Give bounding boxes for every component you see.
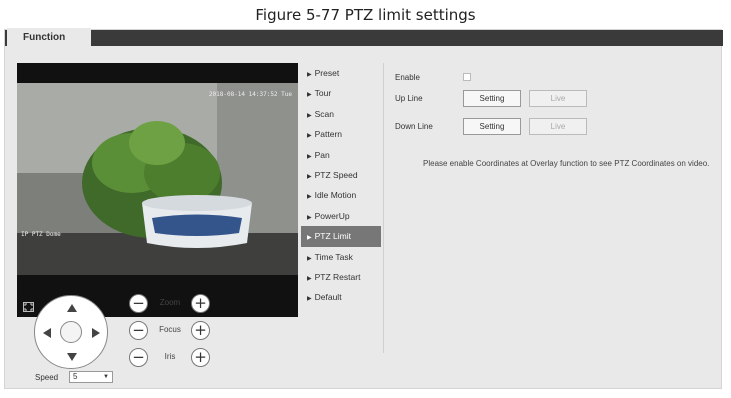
speed-label: Speed — [35, 373, 59, 382]
menu-item-idle-motion[interactable]: ▶ Idle Motion — [301, 185, 381, 205]
fullscreen-icon[interactable] — [23, 302, 34, 312]
bullet-triangle-icon: ▶ — [307, 112, 312, 119]
zoom-out-button[interactable]: − — [129, 294, 148, 313]
menu-item-ptz-restart[interactable]: ▶ PTZ Restart — [301, 267, 381, 287]
zoom-in-button[interactable]: + — [191, 294, 210, 313]
focus-label: Focus — [159, 325, 181, 334]
menu-item-powerup[interactable]: ▶ PowerUp — [301, 206, 381, 226]
bullet-triangle-icon: ▶ — [307, 255, 312, 262]
menu-item-tour[interactable]: ▶ Tour — [301, 83, 381, 103]
speed-select[interactable]: 5 ▼ — [69, 371, 113, 383]
down-line-setting-button[interactable]: Setting — [463, 118, 521, 135]
focus-far-button[interactable]: + — [191, 321, 210, 340]
pan-down-icon[interactable] — [67, 353, 77, 361]
menu-item-pattern[interactable]: ▶ Pattern — [301, 124, 381, 144]
function-menu: ▶ Preset ▶ Tour ▶ Scan ▶ Pattern ▶ Pan ▶ PTZ S… — [301, 63, 381, 308]
iris-label: Iris — [164, 352, 176, 361]
menu-divider — [383, 63, 384, 353]
video-frame-image — [17, 83, 298, 275]
pan-right-icon[interactable] — [92, 328, 100, 338]
bullet-triangle-icon: ▶ — [307, 72, 312, 78]
bullet-triangle-icon: ▶ — [307, 173, 312, 180]
zoom-label: Zoom — [159, 298, 181, 307]
bullet-triangle-icon: ▶ — [307, 133, 312, 140]
osd-timestamp: 2018-08-14 14:37:52 Tue — [208, 91, 292, 98]
pan-up-icon[interactable] — [67, 304, 77, 312]
enable-checkbox[interactable] — [463, 73, 471, 81]
ptz-panel: Function 2018-08-14 14:37:52 Tue IP PTZ … — [4, 28, 723, 389]
down-line-live-button[interactable]: Live — [529, 118, 587, 135]
menu-item-default[interactable]: ▶ Default — [301, 287, 381, 307]
top-bar — [5, 30, 723, 46]
iris-close-button[interactable]: − — [129, 348, 148, 367]
menu-item-ptz-speed[interactable]: ▶ PTZ Speed — [301, 165, 381, 185]
ptz-direction-pad — [34, 295, 108, 369]
bullet-triangle-icon: ▶ — [307, 194, 312, 201]
up-line-live-button[interactable]: Live — [529, 90, 587, 107]
enable-label: Enable — [395, 73, 420, 82]
coordinates-hint: Please enable Coordinates at Overlay fun… — [423, 159, 710, 168]
pan-left-icon[interactable] — [43, 328, 51, 338]
iris-open-button[interactable]: + — [191, 348, 210, 367]
chevron-down-icon: ▼ — [103, 374, 109, 380]
menu-item-time-task[interactable]: ▶ Time Task — [301, 247, 381, 267]
bullet-triangle-icon: ▶ — [307, 214, 312, 221]
menu-item-pan[interactable]: ▶ Pan — [301, 145, 381, 165]
figure-caption: Figure 5-77 PTZ limit settings — [255, 6, 476, 24]
focus-near-button[interactable]: − — [129, 321, 148, 340]
up-line-label: Up Line — [395, 94, 423, 103]
tab-function[interactable]: Function — [7, 28, 91, 47]
bullet-triangle-icon: ▶ — [307, 296, 312, 303]
menu-item-preset[interactable]: ▶ Preset — [301, 63, 381, 83]
osd-channel-name: IP PTZ Dome — [21, 231, 61, 238]
down-line-label: Down Line — [395, 122, 433, 131]
bullet-triangle-icon: ▶ — [307, 275, 312, 282]
menu-item-ptz-limit[interactable]: ▶ PTZ Limit — [301, 226, 381, 247]
speed-value: 5 — [73, 372, 78, 381]
pad-center-button[interactable] — [60, 321, 82, 343]
live-video: 2018-08-14 14:37:52 Tue IP PTZ Dome — [17, 63, 298, 317]
menu-item-scan[interactable]: ▶ Scan — [301, 104, 381, 124]
bullet-triangle-icon: ▶ — [307, 92, 312, 99]
bullet-triangle-icon: ▶ — [307, 153, 312, 160]
bullet-triangle-icon: ▶ — [307, 235, 312, 242]
up-line-setting-button[interactable]: Setting — [463, 90, 521, 107]
